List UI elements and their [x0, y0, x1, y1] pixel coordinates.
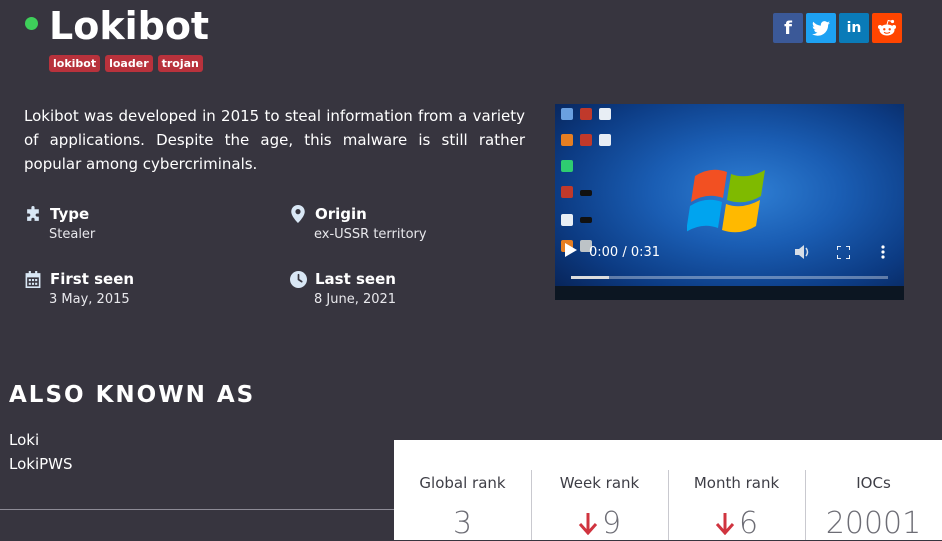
info-origin: Origin ex-USSR territory — [289, 204, 427, 242]
week-rank: Week rank 9 — [531, 440, 668, 541]
divider — [0, 509, 395, 510]
tag-trojan[interactable]: trojan — [157, 55, 203, 72]
first-seen-value: 3 May, 2015 — [49, 292, 130, 307]
last-seen-value: 8 June, 2021 — [314, 292, 397, 307]
aka-item: LokiPWS — [9, 455, 73, 473]
fullscreen-icon — [836, 245, 850, 259]
fullscreen-button[interactable] — [832, 242, 854, 262]
iocs: IOCs 20001 — [805, 440, 942, 541]
malware-description: Lokibot was developed in 2015 to steal i… — [24, 107, 525, 173]
desktop-icon — [599, 134, 611, 146]
more-options-button[interactable] — [872, 242, 894, 262]
share-buttons: f in — [773, 13, 902, 43]
status-indicator — [25, 17, 38, 30]
play-icon — [565, 243, 577, 257]
twitter-share-button[interactable] — [806, 13, 836, 43]
info-type: Type Stealer — [24, 204, 95, 242]
tag-list: lokibot loader trojan — [49, 55, 203, 72]
desktop-icon — [561, 134, 573, 146]
video-progress-bar[interactable] — [571, 276, 888, 279]
volume-icon — [795, 245, 809, 259]
desktop-icon — [580, 134, 592, 146]
aka-list: Loki LokiPWS — [9, 428, 73, 476]
reddit-icon — [878, 19, 896, 36]
linkedin-share-button[interactable]: in — [839, 13, 869, 43]
calendar-icon — [24, 270, 42, 288]
global-rank: Global rank 3 — [394, 440, 531, 541]
twitter-icon — [812, 20, 830, 36]
desktop-icon — [561, 160, 573, 172]
desktop-icon — [580, 108, 592, 120]
puzzle-icon — [24, 205, 42, 223]
arrow-down-icon — [715, 512, 735, 535]
more-vertical-icon — [881, 245, 885, 259]
desktop-icon — [561, 186, 573, 198]
week-rank-label: Week rank — [559, 474, 640, 492]
map-pin-icon — [289, 205, 307, 223]
global-rank-value: 3 — [452, 506, 473, 541]
desktop-icon — [561, 108, 573, 120]
reddit-share-button[interactable] — [872, 13, 902, 43]
last-seen-label: Last seen — [315, 270, 396, 288]
month-rank: Month rank 6 — [668, 440, 805, 541]
origin-label: Origin — [315, 205, 367, 223]
taskbar — [555, 286, 904, 300]
first-seen-label: First seen — [50, 270, 135, 288]
clock-icon — [289, 270, 307, 288]
video-player[interactable]: 0:00 / 0:31 — [555, 104, 904, 300]
info-last-seen: Last seen 8 June, 2021 — [289, 269, 396, 307]
arrow-down-icon — [578, 512, 598, 535]
video-controls: 0:00 / 0:31 — [565, 242, 894, 262]
week-rank-value: 9 — [601, 506, 622, 541]
page-title: Lokibot — [49, 4, 210, 48]
facebook-icon: f — [784, 17, 792, 39]
aka-heading: ALSO KNOWN AS — [9, 382, 256, 408]
type-label: Type — [50, 205, 90, 223]
desktop-icon — [580, 217, 592, 223]
video-progress-fill — [571, 276, 610, 279]
desktop-icon — [561, 214, 573, 226]
type-value: Stealer — [49, 227, 96, 242]
desktop-icon — [580, 190, 592, 196]
aka-item: Loki — [9, 431, 40, 449]
volume-button[interactable] — [792, 242, 814, 262]
iocs-value: 20001 — [825, 506, 922, 541]
info-first-seen: First seen 3 May, 2015 — [24, 269, 134, 307]
windows-logo-icon — [687, 169, 765, 233]
global-rank-label: Global rank — [419, 474, 506, 492]
ranks-panel: Global rank 3 Week rank 9 Month rank 6 I… — [394, 440, 942, 541]
desktop-icon — [599, 108, 611, 120]
facebook-share-button[interactable]: f — [773, 13, 803, 43]
month-rank-value: 6 — [738, 506, 759, 541]
play-button[interactable] — [565, 243, 577, 261]
tag-lokibot[interactable]: lokibot — [49, 55, 101, 72]
month-rank-label: Month rank — [693, 474, 780, 492]
iocs-label: IOCs — [856, 474, 891, 492]
tag-loader[interactable]: loader — [105, 55, 153, 72]
linkedin-icon: in — [846, 20, 862, 36]
video-time: 0:00 / 0:31 — [589, 244, 661, 260]
origin-value: ex-USSR territory — [314, 227, 427, 242]
